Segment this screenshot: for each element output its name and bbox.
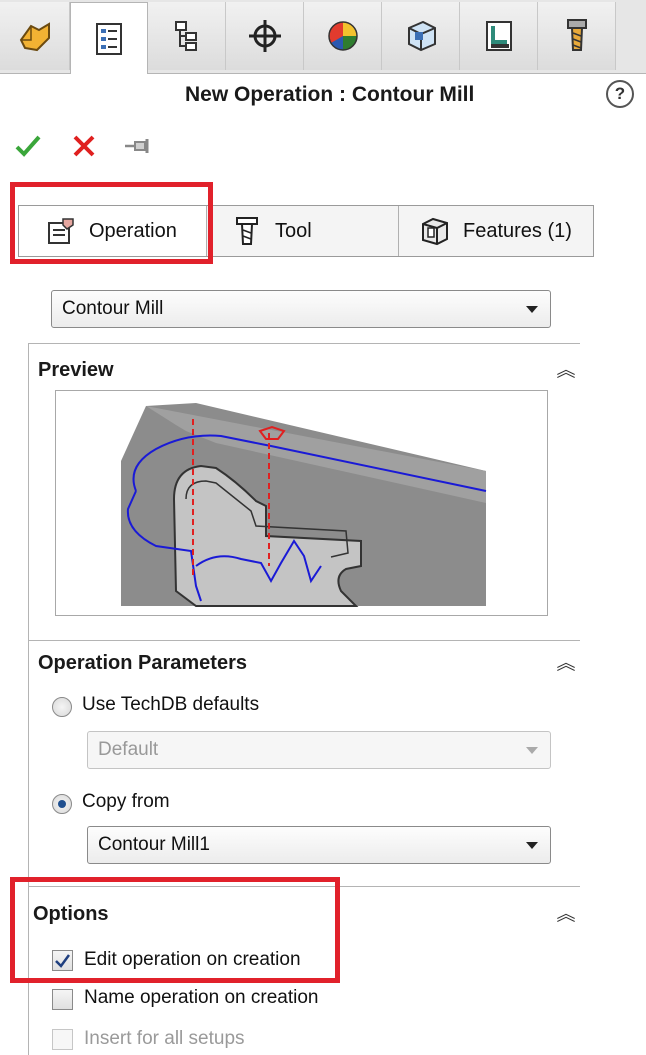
use-techdb-label: Use TechDB defaults <box>82 694 260 715</box>
display-manager-tab[interactable] <box>304 2 382 70</box>
tab-tool-label: Tool <box>275 219 312 242</box>
copy-from-value: Contour Mill1 <box>98 834 210 855</box>
collapse-preview-icon[interactable]: ︽ <box>556 361 576 381</box>
cam-operation-tree-icon <box>485 21 512 51</box>
preview-image <box>55 390 548 616</box>
copy-from-radio[interactable] <box>52 794 72 814</box>
operation-parameters-title: Operation Parameters <box>38 652 247 674</box>
cam-feature-tree-tab[interactable] <box>382 2 460 70</box>
property-manager-tab-bar <box>0 0 646 74</box>
pushpin-icon <box>125 139 149 153</box>
chevron-down-icon <box>526 306 538 313</box>
options-highlight <box>10 877 340 983</box>
chevron-down-icon <box>526 842 538 849</box>
configuration-manager-tab[interactable] <box>148 2 226 70</box>
tool-icon <box>236 217 258 245</box>
operation-tab-highlight <box>10 182 213 264</box>
contour-mill-preview-graphic <box>121 403 487 607</box>
name-on-creation-label: Name operation on creation <box>84 987 319 1008</box>
copy-from-label: Copy from <box>82 791 170 812</box>
features-icon <box>422 217 448 246</box>
tab-features[interactable]: Features (1) <box>399 206 593 256</box>
techdb-select: Default <box>87 731 551 769</box>
cam-feature-tree-icon <box>407 20 436 52</box>
page-title: New Operation : Contour Mill <box>185 83 475 106</box>
name-on-creation-checkbox[interactable] <box>52 989 73 1010</box>
help-icon[interactable]: ? <box>606 80 634 108</box>
insert-all-setups-label: Insert for all setups <box>84 1028 245 1049</box>
feature-manager-icon <box>19 22 50 52</box>
techdb-value: Default <box>98 739 159 760</box>
copy-from-select[interactable]: Contour Mill1 <box>87 826 551 864</box>
cam-operation-tree-tab[interactable] <box>460 2 538 70</box>
dimxpert-icon <box>248 20 281 52</box>
feature-manager-tab[interactable] <box>0 2 70 70</box>
property-manager-tab[interactable] <box>70 2 148 74</box>
use-techdb-radio[interactable] <box>52 697 72 717</box>
cam-tool-tree-tab[interactable] <box>538 2 616 70</box>
preview-title: Preview <box>38 359 114 381</box>
cancel-button[interactable] <box>66 128 102 164</box>
close-icon <box>73 135 95 157</box>
display-manager-icon <box>327 21 358 51</box>
tab-features-label: Features (1) <box>463 219 572 242</box>
operation-type-select[interactable]: Contour Mill <box>51 290 551 328</box>
insert-all-setups-checkbox <box>52 1029 73 1050</box>
ok-button[interactable] <box>10 128 46 164</box>
chevron-down-icon <box>526 747 538 754</box>
tab-tool[interactable]: Tool <box>207 206 399 256</box>
preview-divider <box>28 343 580 344</box>
cam-tool-tree-icon <box>566 19 587 51</box>
checkmark-icon <box>15 135 41 157</box>
collapse-options-icon[interactable]: ︽ <box>556 905 576 925</box>
operation-type-value: Contour Mill <box>62 298 164 319</box>
operation-parameters-divider <box>28 640 580 641</box>
pushpin-button[interactable] <box>120 128 156 164</box>
collapse-operation-parameters-icon[interactable]: ︽ <box>556 654 576 674</box>
property-manager-icon <box>96 22 122 55</box>
configuration-manager-icon <box>174 21 197 51</box>
dimxpert-tab[interactable] <box>226 2 304 70</box>
